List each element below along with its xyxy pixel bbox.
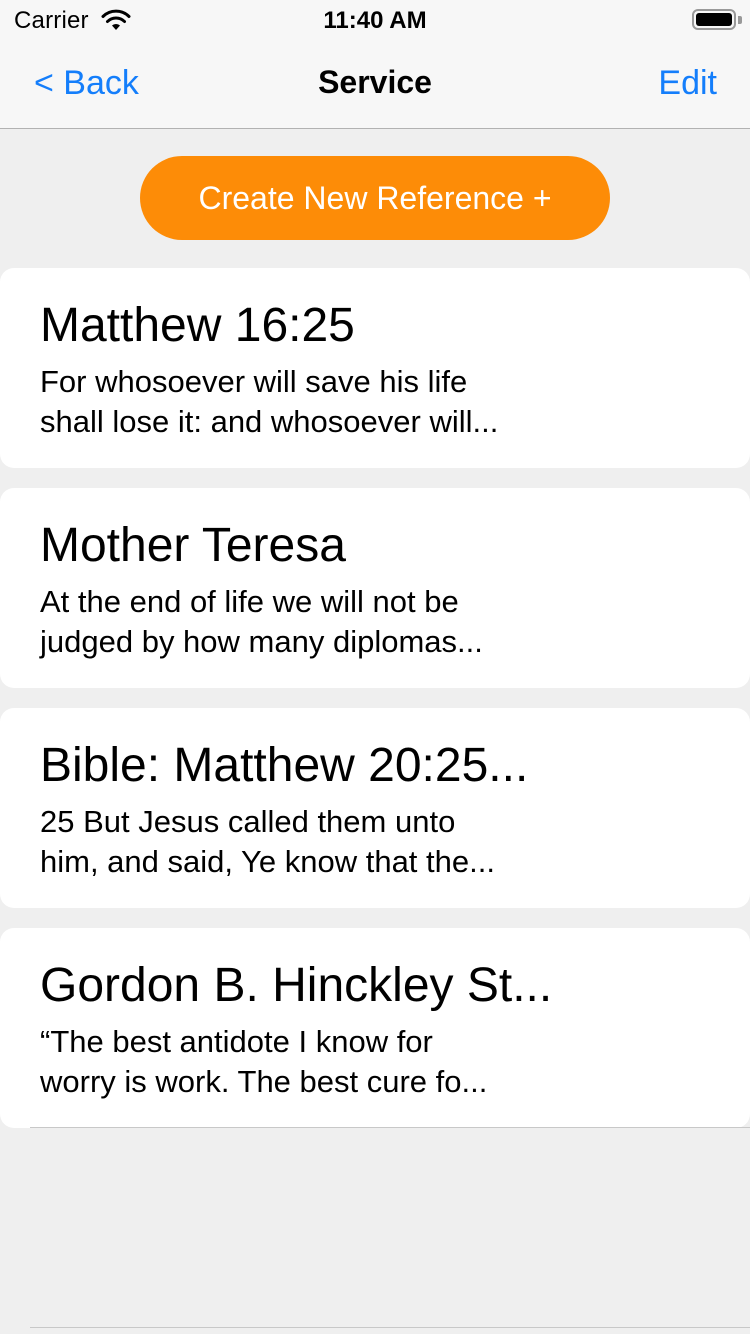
reference-title: Bible: Matthew 20:25... — [40, 739, 529, 792]
reference-title: Mother Teresa — [40, 519, 346, 572]
reference-excerpt: 25 But Jesus called them unto him, and s… — [40, 804, 495, 879]
list-separator — [30, 1127, 750, 1128]
reference-title: Gordon B. Hinckley St... — [40, 959, 553, 1012]
list-separator — [30, 1327, 750, 1328]
reference-excerpt: “The best antidote I know for worry is w… — [40, 1024, 488, 1099]
reference-card[interactable]: Mother Teresa At the end of life we will… — [0, 488, 750, 688]
reference-card[interactable]: Gordon B. Hinckley St... “The best antid… — [0, 928, 750, 1128]
create-new-reference-button[interactable]: Create New Reference + — [140, 156, 610, 240]
battery-level — [696, 13, 732, 26]
reference-excerpt: At the end of life we will not be judged… — [40, 584, 483, 659]
reference-card[interactable]: Matthew 16:25 For whosoever will save hi… — [0, 268, 750, 468]
status-bar: Carrier 11:40 AM — [0, 0, 750, 40]
battery-icon — [692, 9, 736, 30]
navigation-bar: < Back Service Edit — [0, 40, 750, 129]
reference-excerpt: For whosoever will save his life shall l… — [40, 364, 499, 439]
battery-cap — [738, 16, 742, 24]
edit-button[interactable]: Edit — [658, 64, 717, 103]
status-time: 11:40 AM — [323, 7, 427, 34]
page-title: Service — [318, 64, 432, 100]
reference-title: Matthew 16:25 — [40, 299, 355, 352]
reference-card[interactable]: Bible: Matthew 20:25... 25 But Jesus cal… — [0, 708, 750, 908]
